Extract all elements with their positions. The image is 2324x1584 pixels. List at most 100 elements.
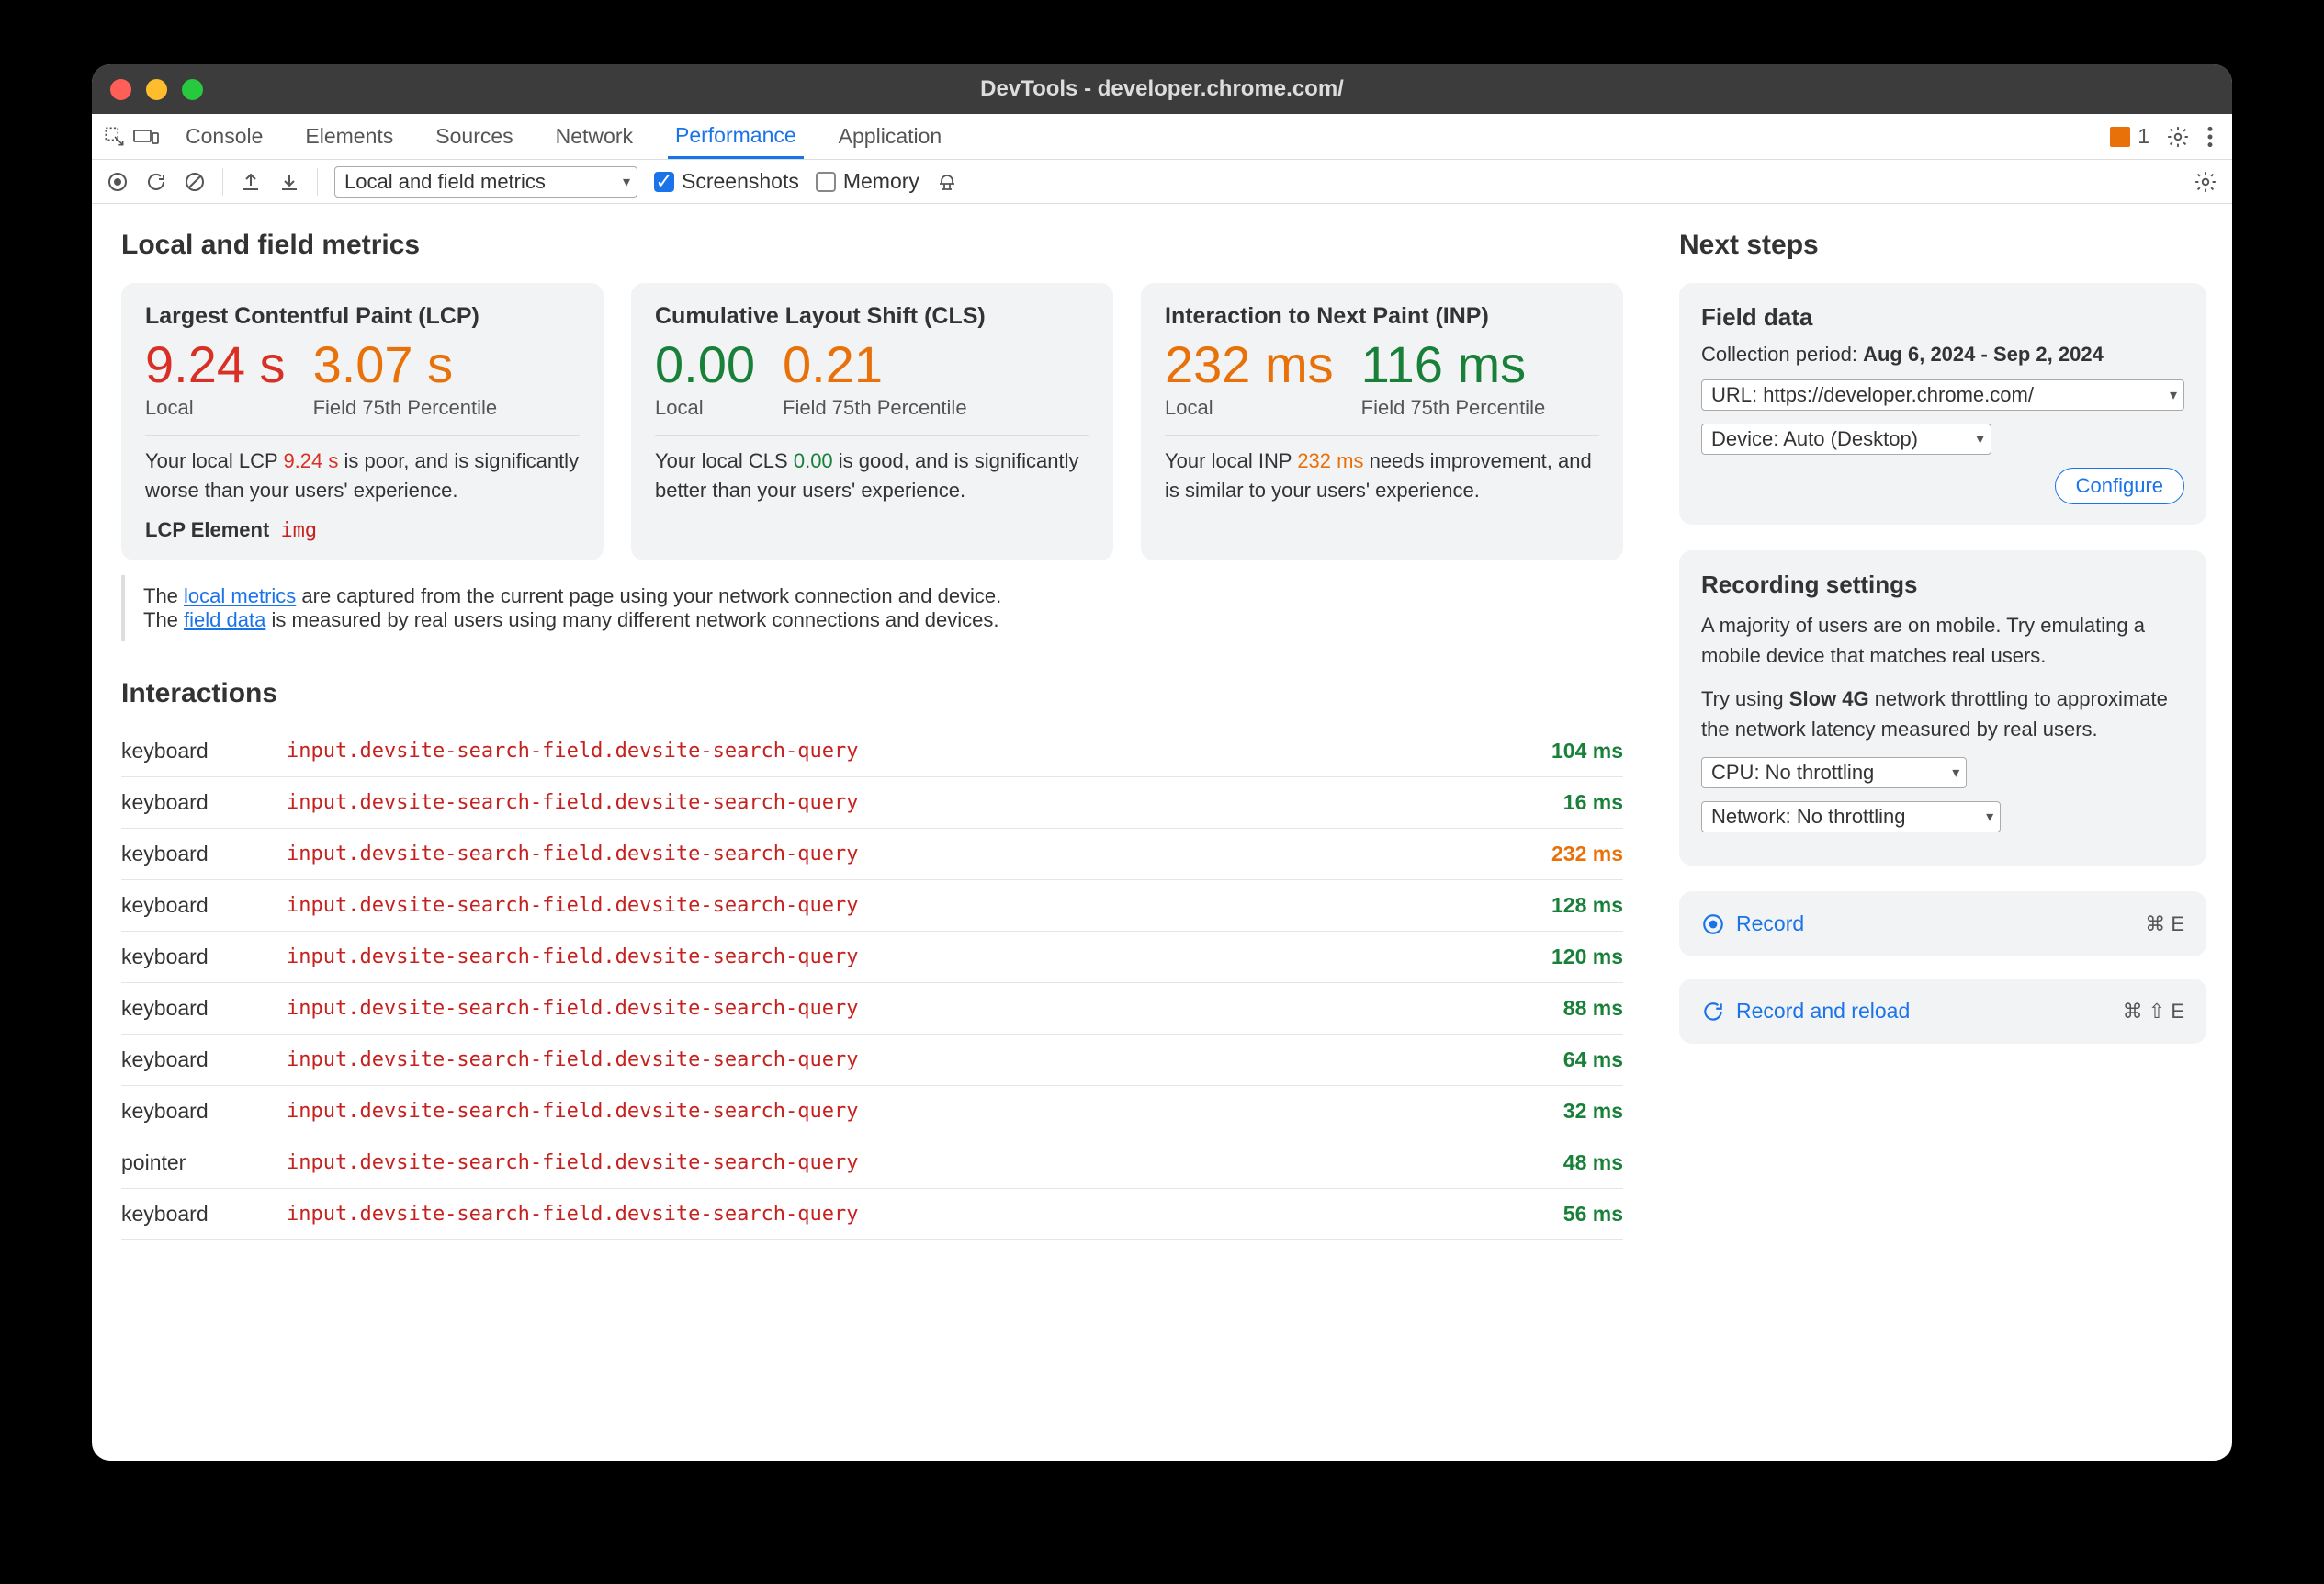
lcp-element-row[interactable]: LCP Element img [145,518,580,542]
interaction-row[interactable]: keyboardinput.devsite-search-field.devsi… [121,726,1623,777]
minimize-window-button[interactable] [146,79,167,100]
cls-description: Your local CLS 0.00 is good, and is sign… [655,447,1089,505]
record-reload-shortcut: ⌘ ⇧ E [2123,1000,2184,1024]
interaction-type: keyboard [121,996,287,1021]
interaction-row[interactable]: keyboardinput.devsite-search-field.devsi… [121,1189,1623,1240]
tab-performance[interactable]: Performance [668,114,804,159]
panel-settings-gear-icon[interactable] [2194,170,2217,194]
record-reload-action-panel: Record and reload ⌘ ⇧ E [1679,979,2206,1044]
memory-toggle[interactable]: Memory [816,169,919,194]
interaction-row[interactable]: keyboardinput.devsite-search-field.devsi… [121,880,1623,932]
interaction-duration: 120 ms [1551,945,1623,969]
interaction-duration: 32 ms [1563,1099,1623,1124]
record-action-panel: Record ⌘ E [1679,891,2206,956]
interaction-type: keyboard [121,790,287,815]
inp-description: Your local INP 232 ms needs improvement,… [1165,447,1599,505]
field-device-select[interactable]: Device: Auto (Desktop) [1701,424,1991,455]
interaction-duration: 56 ms [1563,1202,1623,1227]
interaction-type: keyboard [121,1047,287,1072]
content-area: Local and field metrics Largest Contentf… [92,204,2232,1461]
reload-icon[interactable] [145,171,167,193]
interaction-selector: input.devsite-search-field.devsite-searc… [287,843,1551,866]
metrics-mode-select[interactable]: Local and field metrics [334,166,637,198]
tab-elements[interactable]: Elements [298,114,400,159]
lcp-title: Largest Contentful Paint (LCP) [145,303,580,330]
interaction-row[interactable]: pointerinput.devsite-search-field.devsit… [121,1137,1623,1189]
field-url-select[interactable]: URL: https://developer.chrome.com/ [1701,379,2184,411]
interaction-duration: 88 ms [1563,996,1623,1021]
tab-network[interactable]: Network [548,114,640,159]
interaction-type: keyboard [121,945,287,969]
tab-application[interactable]: Application [831,114,950,159]
record-icon[interactable] [107,171,129,193]
lcp-local-label: Local [145,396,286,420]
interactions-list: keyboardinput.devsite-search-field.devsi… [121,726,1623,1240]
clear-icon[interactable] [184,171,206,193]
interaction-type: keyboard [121,1099,287,1124]
local-metrics-link[interactable]: local metrics [184,584,296,607]
lcp-description: Your local LCP 9.24 s is poor, and is si… [145,447,580,505]
record-reload-label: Record and reload [1736,999,1910,1024]
reload-arrow-icon [1701,1000,1725,1024]
interaction-selector: input.devsite-search-field.devsite-searc… [287,740,1551,763]
cls-title: Cumulative Layout Shift (CLS) [655,303,1089,330]
interaction-duration: 128 ms [1551,893,1623,918]
interaction-row[interactable]: keyboardinput.devsite-search-field.devsi… [121,983,1623,1035]
issues-count[interactable]: 1 [2138,124,2149,149]
side-panel: Next steps Field data Collection period:… [1653,204,2232,1461]
garbage-collect-icon[interactable] [936,171,958,193]
configure-button[interactable]: Configure [2055,468,2184,504]
inp-title: Interaction to Next Paint (INP) [1165,303,1599,330]
recording-settings-title: Recording settings [1701,571,2184,599]
interaction-duration: 48 ms [1563,1150,1623,1175]
next-steps-heading: Next steps [1679,230,2206,261]
screenshots-toggle[interactable]: ✓ Screenshots [654,169,799,194]
lcp-field-value: 3.07 s [313,339,498,390]
traffic-lights [110,79,203,100]
interaction-selector: input.devsite-search-field.devsite-searc… [287,791,1563,814]
record-button[interactable]: Record [1701,911,1804,936]
interaction-selector: input.devsite-search-field.devsite-searc… [287,997,1563,1020]
upload-icon[interactable] [240,171,262,193]
field-data-panel: Field data Collection period: Aug 6, 202… [1679,283,2206,525]
kebab-menu-icon[interactable] [2206,125,2214,149]
field-data-link[interactable]: field data [184,608,265,631]
network-throttling-select[interactable]: Network: No throttling [1701,801,2001,832]
collection-period: Collection period: Aug 6, 2024 - Sep 2, … [1701,343,2184,367]
device-toggle-icon[interactable] [132,125,160,149]
tab-sources[interactable]: Sources [428,114,520,159]
inspect-icon[interactable] [103,125,127,149]
interaction-type: keyboard [121,739,287,764]
interaction-row[interactable]: keyboardinput.devsite-search-field.devsi… [121,777,1623,829]
interaction-duration: 232 ms [1551,842,1623,866]
lcp-element-tag: img [280,519,317,542]
interaction-selector: input.devsite-search-field.devsite-searc… [287,1151,1563,1174]
interaction-duration: 16 ms [1563,790,1623,815]
interaction-row[interactable]: keyboardinput.devsite-search-field.devsi… [121,1035,1623,1086]
recording-settings-panel: Recording settings A majority of users a… [1679,550,2206,866]
cls-field-value: 0.21 [783,339,967,390]
tab-console[interactable]: Console [178,114,270,159]
screenshots-label: Screenshots [682,169,799,194]
cpu-throttling-select[interactable]: CPU: No throttling [1701,757,1967,788]
memory-label: Memory [843,169,919,194]
checkbox-unchecked-icon [816,172,836,192]
settings-gear-icon[interactable] [2166,125,2190,149]
close-window-button[interactable] [110,79,131,100]
download-icon[interactable] [278,171,300,193]
interaction-selector: input.devsite-search-field.devsite-searc… [287,1048,1563,1071]
checkbox-checked-icon: ✓ [654,172,674,192]
recording-throttling-tip: Try using Slow 4G network throttling to … [1701,684,2184,744]
main-panel: Local and field metrics Largest Contentf… [92,204,1653,1461]
interaction-row[interactable]: keyboardinput.devsite-search-field.devsi… [121,932,1623,983]
interaction-type: keyboard [121,842,287,866]
interaction-selector: input.devsite-search-field.devsite-searc… [287,1100,1563,1123]
interaction-duration: 104 ms [1551,739,1623,764]
interaction-row[interactable]: keyboardinput.devsite-search-field.devsi… [121,1086,1623,1137]
record-circle-icon [1701,912,1725,936]
record-reload-button[interactable]: Record and reload [1701,999,1910,1024]
interaction-row[interactable]: keyboardinput.devsite-search-field.devsi… [121,829,1623,880]
maximize-window-button[interactable] [182,79,203,100]
interaction-selector: input.devsite-search-field.devsite-searc… [287,945,1551,968]
issues-badge-icon[interactable] [2110,127,2130,147]
